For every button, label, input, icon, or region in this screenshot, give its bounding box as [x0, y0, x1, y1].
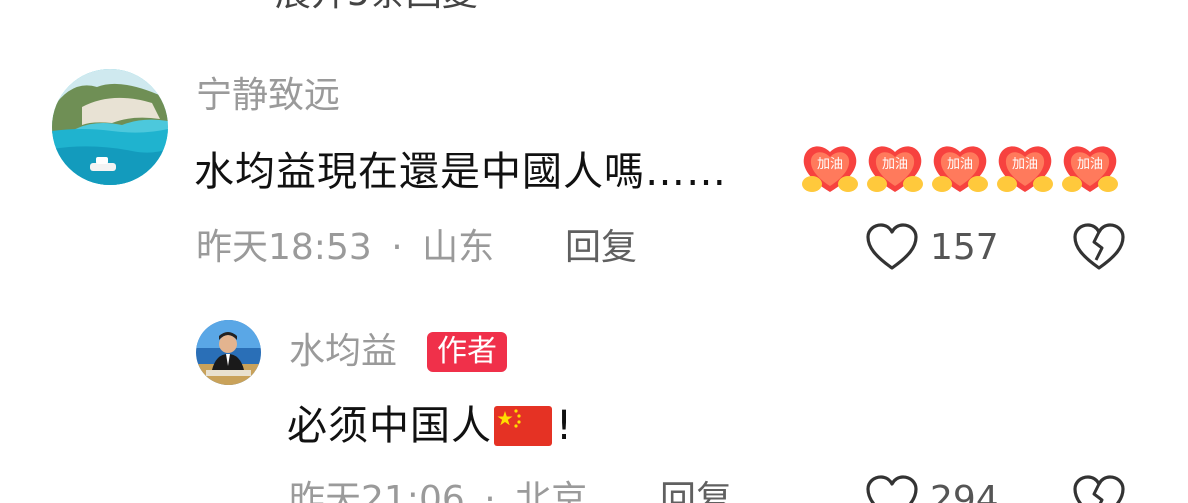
sticker-label: 加油	[1012, 157, 1038, 172]
jiayou-sticker-icon: 加油	[802, 146, 858, 192]
like-button[interactable]	[865, 222, 919, 272]
jiayou-sticker-icon: 加油	[867, 146, 923, 192]
jiayou-sticker-icon: 加油	[1062, 146, 1118, 192]
broken-heart-icon	[1073, 223, 1125, 270]
sticker-row: 加油 加油 加油 加油 加油	[800, 140, 1120, 196]
like-count: 157	[930, 227, 999, 268]
jiayou-sticker-icon: 加油	[997, 146, 1053, 192]
comment-thread: 展开5条回复 宁静致远 水均益現在還是中國人嗎…… 加油 加油	[0, 0, 1188, 503]
comment-meta: 昨天18:53 · 山东	[196, 228, 494, 268]
comment-text: 水均益現在還是中國人嗎……	[194, 149, 727, 195]
author-badge: 作者	[427, 332, 507, 372]
reply-like-button[interactable]	[865, 474, 919, 503]
heart-icon	[866, 223, 918, 270]
meta-separator: ·	[484, 479, 496, 503]
reply-text-main: 必须中国人	[287, 403, 492, 449]
reply-time: 昨天21:06	[289, 479, 465, 503]
reply-like-count: 294	[930, 479, 999, 503]
avatar-anchor-image	[196, 320, 261, 385]
comment-location: 山东	[422, 227, 495, 268]
reply-location: 北京	[515, 479, 588, 503]
comment-time: 昨天18:53	[196, 227, 372, 268]
broken-heart-icon	[1073, 475, 1125, 503]
sticker-label: 加油	[882, 157, 908, 172]
jiayou-sticker-icon: 加油	[932, 146, 988, 192]
reply-text-suffix: !	[556, 403, 574, 449]
avatar[interactable]	[52, 69, 168, 185]
reply-avatar[interactable]	[196, 320, 261, 385]
china-flag-icon	[494, 406, 552, 446]
reply-button[interactable]: 回复	[565, 228, 637, 268]
heart-icon	[866, 475, 918, 503]
avatar-lagoon-image	[52, 69, 168, 185]
dislike-button[interactable]	[1072, 222, 1126, 272]
reply-username[interactable]: 水均益	[289, 332, 397, 372]
reply-dislike-button[interactable]	[1072, 474, 1126, 503]
sticker-label: 加油	[817, 157, 843, 172]
sticker-label: 加油	[1077, 157, 1103, 172]
reply-meta: 昨天21:06 · 北京	[289, 480, 587, 503]
expand-replies-link[interactable]: 展开5条回复	[275, 0, 478, 14]
reply-text: 必须中国人 !	[287, 402, 573, 450]
meta-separator: ·	[391, 227, 403, 268]
sticker-label: 加油	[947, 157, 973, 172]
comment-username[interactable]: 宁静致远	[196, 76, 340, 116]
reply-reply-button[interactable]: 回复	[660, 480, 732, 503]
